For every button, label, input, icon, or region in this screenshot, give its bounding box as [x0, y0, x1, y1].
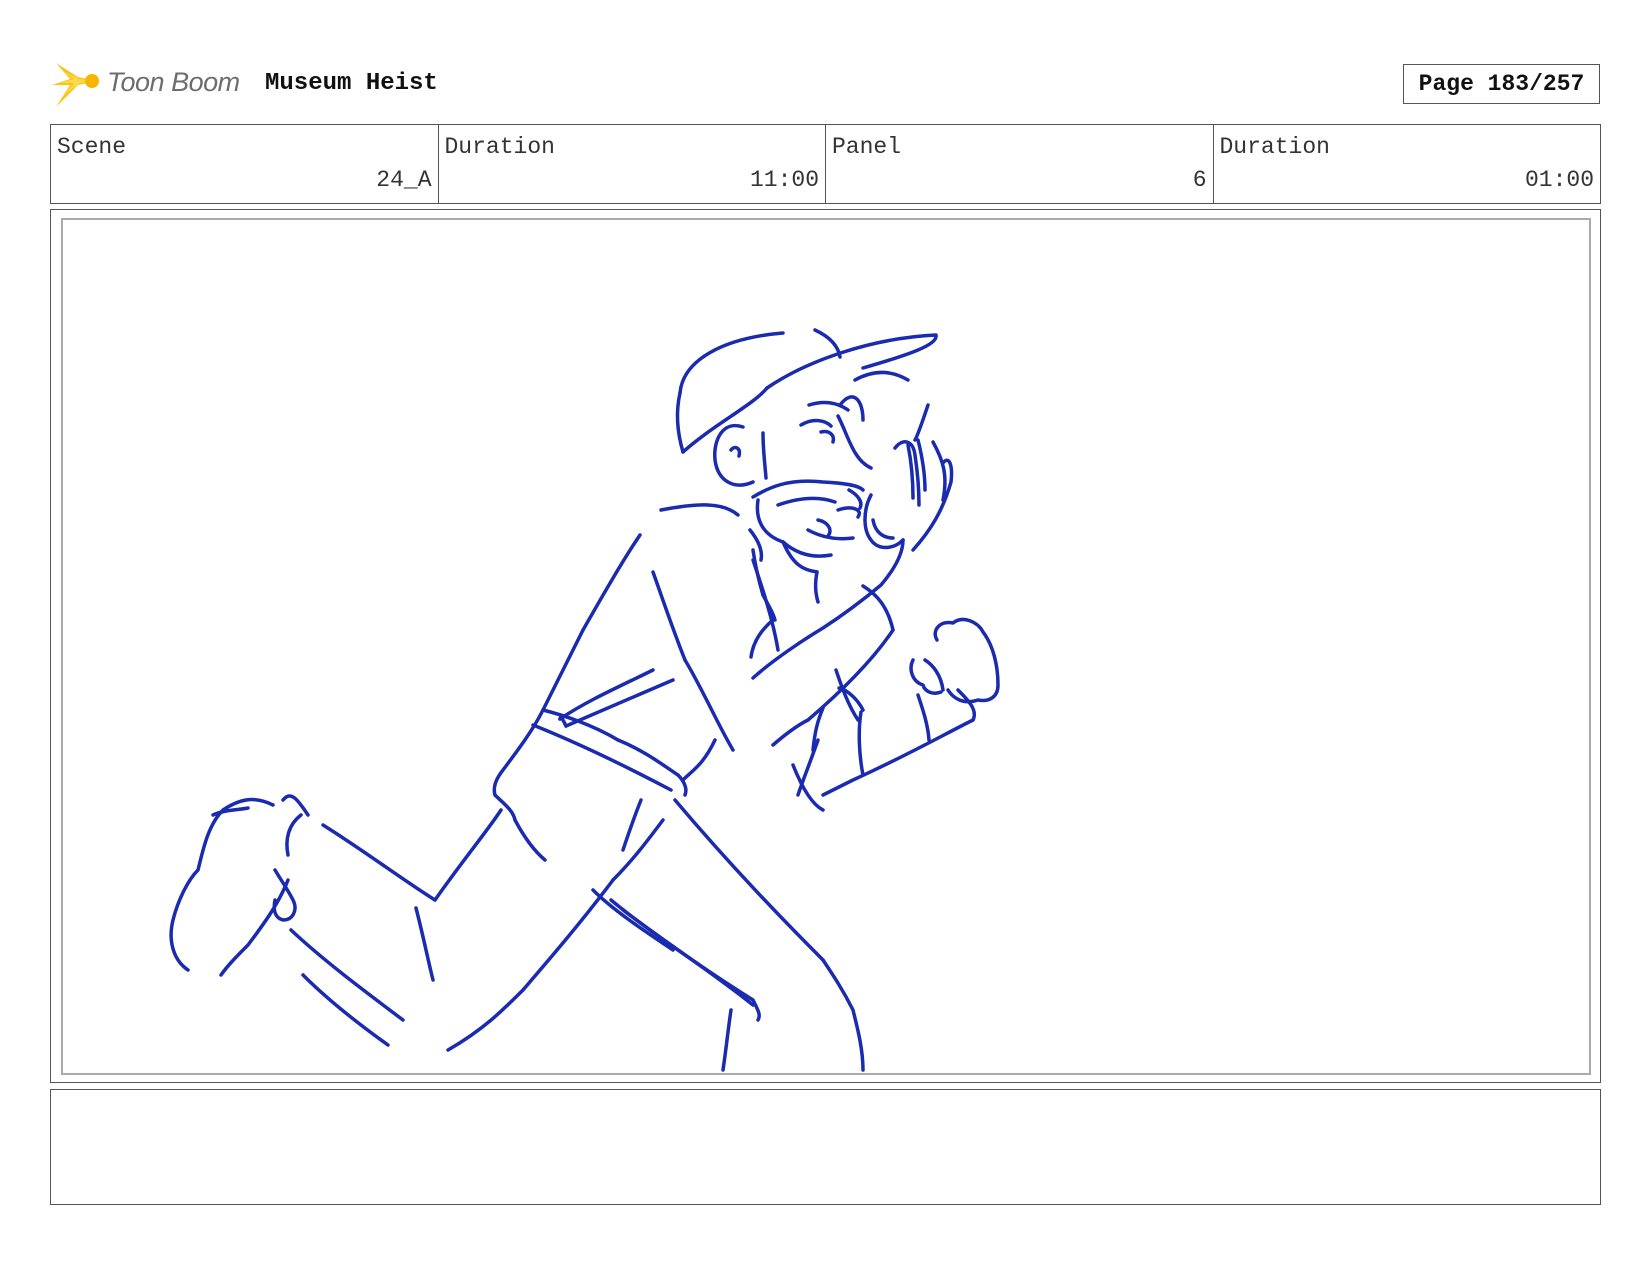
character-sketch — [169, 328, 1000, 1072]
scene-duration-label: Duration — [444, 134, 555, 160]
project-title: Museum Heist — [265, 70, 438, 97]
toon-boom-logo: Toon Boom — [52, 55, 252, 115]
scene-duration-value: 11:00 — [749, 167, 819, 193]
panel-value: 6 — [1192, 167, 1207, 193]
scene-duration-cell: Duration 11:00 — [439, 125, 826, 203]
storyboard-panel-frame — [50, 209, 1601, 1083]
logo-text: Toon Boom — [107, 67, 240, 97]
panel-duration-value: 01:00 — [1524, 167, 1594, 193]
panel-duration-label: Duration — [1219, 134, 1330, 160]
panel-duration-cell: Duration 01:00 — [1214, 125, 1601, 203]
storyboard-panel-image — [61, 218, 1591, 1075]
panel-cell: Panel 6 — [826, 125, 1214, 203]
panel-notes-box — [50, 1089, 1601, 1205]
scene-label: Scene — [57, 134, 127, 160]
page-indicator: Page 183/257 — [1403, 64, 1600, 104]
scene-cell: Scene 24_A — [51, 125, 439, 203]
scene-value: 24_A — [376, 167, 432, 193]
panel-label: Panel — [832, 134, 902, 160]
scene-info-table: Scene 24_A Duration 11:00 Panel 6 Durati… — [50, 124, 1601, 204]
sparkle-star-icon — [52, 63, 99, 107]
